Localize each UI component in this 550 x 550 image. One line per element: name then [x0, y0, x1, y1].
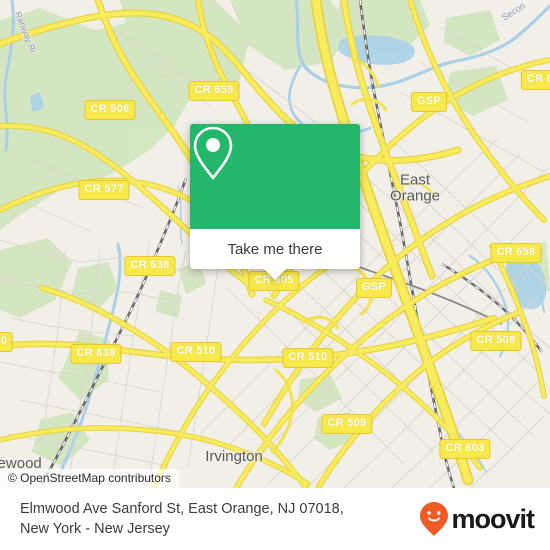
road-shield-label: CR 6	[526, 73, 550, 85]
take-me-there-label: Take me there	[227, 240, 323, 258]
place-label-text: Irvington	[205, 448, 263, 466]
map-attribution[interactable]: © OpenStreetMap contributors	[0, 469, 179, 488]
location-popup-card[interactable]: Take me there	[190, 124, 360, 280]
road-shield[interactable]: CR 508	[470, 331, 522, 351]
moovit-wordmark: moovit	[451, 503, 535, 534]
place-label-irvington: Irvington	[205, 449, 263, 465]
road-shield[interactable]: CR 603	[439, 439, 491, 459]
road-shield[interactable]: CR 638	[124, 256, 176, 276]
road-shield[interactable]: CR 659	[188, 81, 240, 101]
road-shield-label: CR 508	[476, 334, 516, 346]
moovit-logo[interactable]: moovit	[419, 501, 535, 537]
footer-bar: Elmwood Ave Sanford St, East Orange, NJ …	[0, 488, 550, 550]
place-label-east-orange: East Orange	[390, 172, 440, 204]
road-shield[interactable]: CR 577	[78, 180, 130, 200]
moovit-smiley-pin-icon	[420, 502, 449, 536]
road-shield[interactable]: 0	[0, 332, 14, 352]
map-pin-icon	[193, 126, 233, 180]
road-shield[interactable]: GSP	[355, 278, 393, 298]
place-label-text: East Orange	[389, 171, 441, 204]
road-shield[interactable]: CR 6	[520, 70, 550, 90]
take-me-there-button[interactable]: Take me there	[190, 229, 360, 269]
road-shield-label: CR 659	[194, 84, 234, 96]
map-canvas[interactable]: Rahway Ri Secon CR 659 CR 508 GSP CR 6 C…	[0, 0, 550, 488]
road-shield[interactable]: CR 638	[70, 344, 122, 364]
road-shield-label: CR 508	[90, 103, 130, 115]
road-shield[interactable]: CR 658	[490, 243, 542, 263]
road-shield-label: CR 510	[288, 351, 328, 363]
location-address-text: Elmwood Ave Sanford St, East Orange, NJ …	[20, 500, 344, 537]
road-shield[interactable]: CR 510	[170, 342, 222, 362]
road-shield[interactable]: CR 510	[282, 348, 334, 368]
road-shield-label: CR 509	[327, 417, 367, 429]
map-attribution-text: © OpenStreetMap contributors	[8, 471, 171, 485]
popup-icon-area	[190, 124, 360, 229]
popup-pointer-tail	[264, 269, 286, 280]
road-shield-label: CR 638	[76, 347, 116, 359]
road-shield-label: CR 577	[84, 183, 124, 195]
road-shield-label: CR 603	[445, 442, 485, 454]
road-shield-label: GSP	[361, 281, 387, 293]
road-shield-label: CR 638	[130, 259, 170, 271]
road-shield-label: 0	[0, 335, 8, 347]
road-shield-label: CR 658	[496, 246, 536, 258]
road-shield[interactable]: GSP	[410, 92, 448, 112]
road-shield-label: CR 510	[176, 345, 216, 357]
map-screenshot: Rahway Ri Secon CR 659 CR 508 GSP CR 6 C…	[0, 0, 550, 550]
road-shield[interactable]: CR 509	[321, 414, 373, 434]
road-shield-label: GSP	[416, 95, 442, 107]
road-shield[interactable]: CR 508	[84, 100, 136, 120]
